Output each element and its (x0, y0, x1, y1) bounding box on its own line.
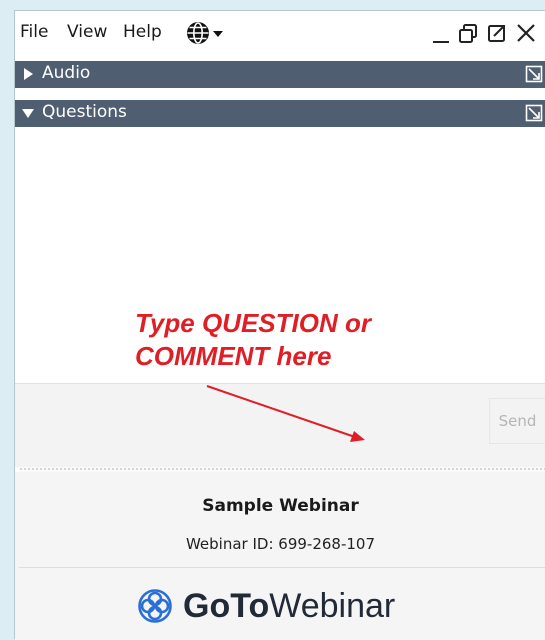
restore-icon (459, 24, 477, 43)
menu-view[interactable]: View (67, 22, 107, 42)
close-icon (517, 24, 535, 42)
questions-log (15, 137, 545, 321)
restore-button[interactable] (457, 20, 481, 46)
section-label-questions: Questions (42, 102, 127, 122)
brand-bold: GoTo (183, 587, 270, 625)
globe-icon (187, 22, 223, 44)
section-header-audio[interactable]: Audio (15, 61, 545, 88)
popout-icon[interactable] (525, 65, 543, 83)
popout-button[interactable] (485, 20, 509, 46)
close-button[interactable] (514, 20, 538, 46)
section-label-audio: Audio (42, 63, 91, 83)
menu-bar: File View Help (15, 11, 545, 55)
minimize-icon (433, 41, 449, 43)
webinar-id: Webinar ID: 699-268-107 (185, 535, 376, 553)
chevron-down-icon (213, 31, 223, 37)
webinar-title: Sample Webinar (202, 496, 359, 516)
gotowebinar-logo-icon (138, 589, 172, 623)
annotation-arrow-icon (206, 385, 365, 442)
brand-light: Webinar (269, 587, 396, 625)
minimize-button[interactable] (429, 20, 453, 46)
menu-file[interactable]: File (20, 22, 48, 42)
footer: Sample Webinar Webinar ID: 699-268-107 G… (15, 472, 545, 640)
expand-arrow-icon (24, 68, 33, 80)
gotowebinar-logo: GoToWebinar (137, 584, 457, 628)
footer-divider (19, 567, 545, 568)
instruction-annotation: Type QUESTION or COMMENT here (135, 308, 371, 371)
menu-help[interactable]: Help (123, 22, 162, 42)
gotowebinar-control-panel: File View Help Audio Questions Send Type… (14, 10, 545, 640)
popout-icon (488, 25, 505, 42)
section-header-questions[interactable]: Questions (15, 100, 545, 127)
brand-text: GoToWebinar (183, 584, 395, 628)
language-dropdown[interactable] (185, 20, 233, 46)
popout-icon[interactable] (525, 104, 543, 122)
collapse-arrow-icon (22, 109, 34, 118)
send-button[interactable]: Send (489, 398, 545, 444)
